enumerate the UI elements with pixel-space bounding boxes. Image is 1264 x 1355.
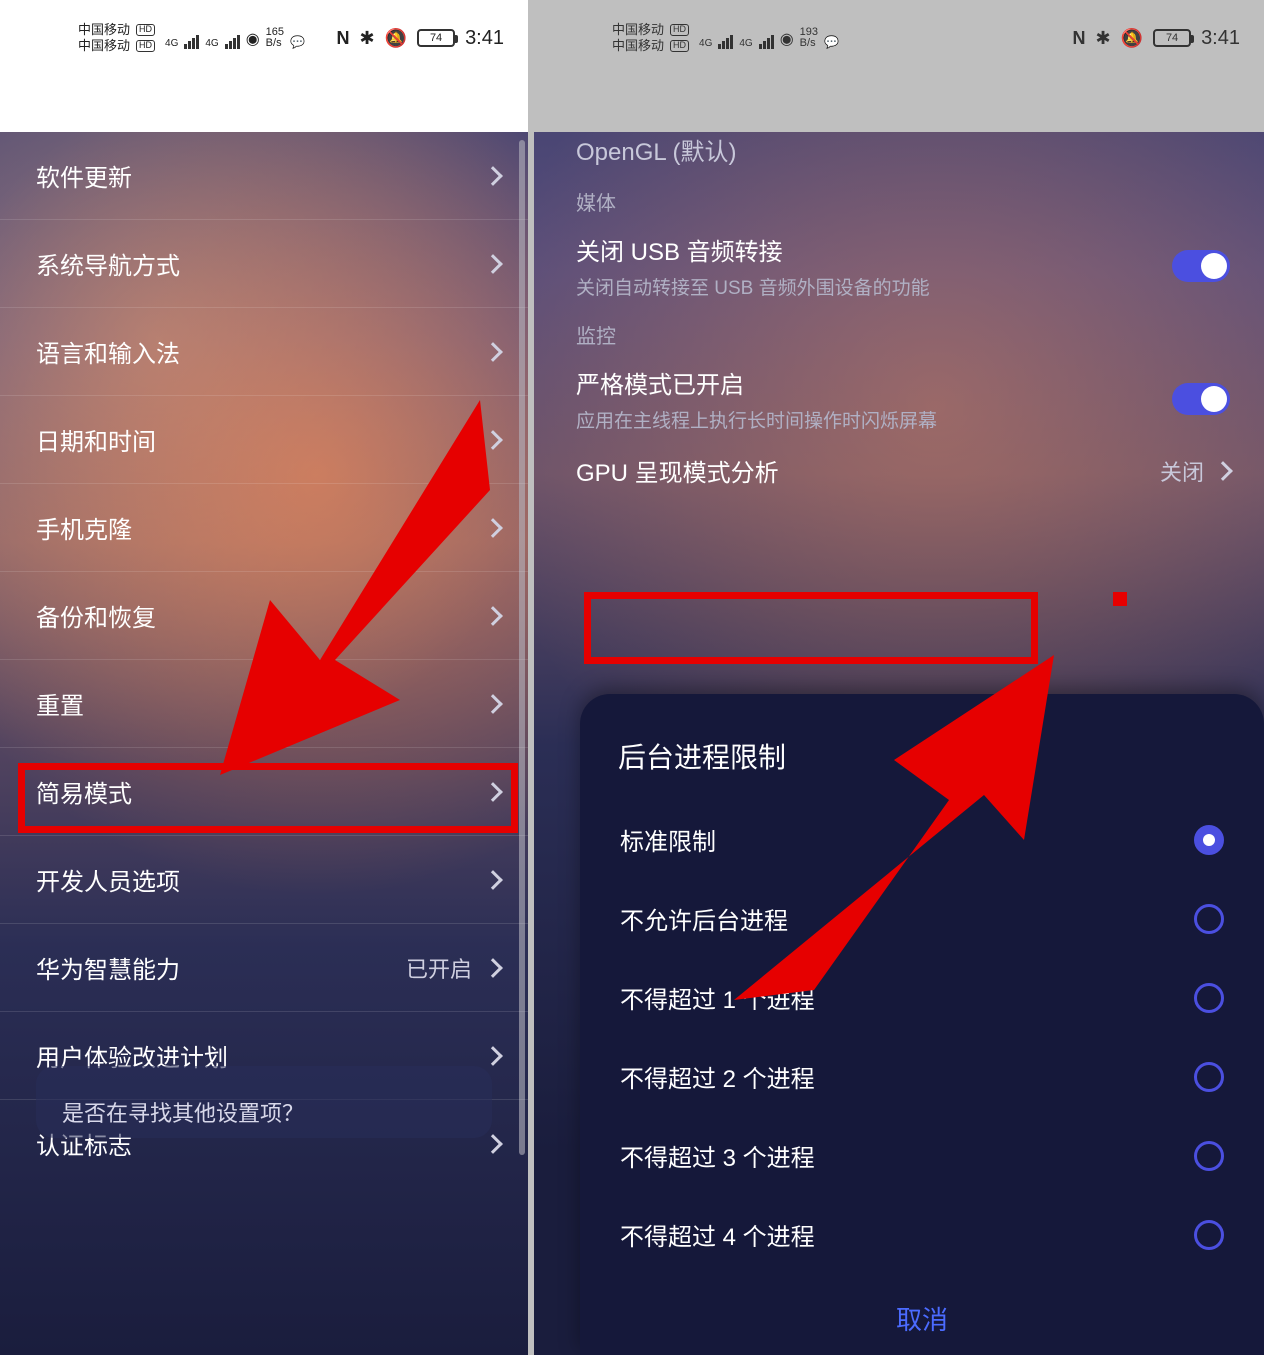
radio-icon [1194, 983, 1224, 1013]
item-date-time[interactable]: 日期和时间 [0, 396, 528, 484]
item-label: 简易模式 [36, 774, 132, 809]
clock: 3:41 [465, 27, 504, 50]
option-max-1[interactable]: 不得超过 1 个进程 [610, 958, 1234, 1037]
settings-list: 软件更新 系统导航方式 语言和输入法 日期和时间 手机克隆 备份和恢复 重置 [0, 132, 528, 1187]
carrier-block: 中国移动HD 中国移动HD [78, 23, 155, 54]
option-label: 标准限制 [620, 822, 716, 857]
item-label: GPU 呈现模式分析 [576, 453, 779, 488]
nfc-icon: N [337, 28, 350, 49]
option-max-2[interactable]: 不得超过 2 个进程 [610, 1037, 1234, 1116]
signal-bars-icon [225, 35, 240, 49]
message-icon: 💬 [824, 35, 839, 49]
item-software-update[interactable]: 软件更新 [0, 132, 528, 220]
item-phone-clone[interactable]: 手机克隆 [0, 484, 528, 572]
radio-icon [1194, 825, 1224, 855]
chevron-right-icon [483, 1046, 503, 1066]
radio-icon [1194, 1062, 1224, 1092]
item-label: OpenGL (默认) [576, 132, 737, 167]
message-icon: 💬 [290, 35, 305, 49]
item-description: 应用在主线程上执行长时间操作时闪烁屏幕 [576, 406, 937, 433]
battery-icon: 74 [417, 29, 455, 47]
item-language-input[interactable]: 语言和输入法 [0, 308, 528, 396]
bluetooth-icon: ✱ [360, 28, 375, 49]
search-hint-card[interactable]: 是否在寻找其他设置项？ [36, 1066, 492, 1138]
signal-block: 4G 4G ◉ 165B/s 💬 [165, 27, 305, 49]
right-screenshot: 中国移动HD 中国移动HD 4G 4G ◉ 193B/s 💬 N ✱ 🔕 74 … [534, 0, 1264, 1355]
signal-block: 4G 4G ◉ 193B/s 💬 [699, 27, 839, 49]
option-standard-limit[interactable]: 标准限制 [610, 800, 1234, 879]
item-label: 软件更新 [36, 158, 132, 193]
option-max-3[interactable]: 不得超过 3 个进程 [610, 1116, 1234, 1195]
item-label: 重置 [36, 686, 84, 721]
section-header: 媒体 [534, 177, 1264, 222]
battery-icon: 74 [1153, 29, 1191, 47]
row-usb-audio[interactable]: 关闭 USB 音频转接 关闭自动转接至 USB 音频外围设备的功能 [534, 222, 1264, 310]
item-label: 备份和恢复 [36, 598, 156, 633]
option-no-background[interactable]: 不允许后台进程 [610, 879, 1234, 958]
nfc-icon: N [1073, 28, 1086, 49]
option-max-4[interactable]: 不得超过 4 个进程 [610, 1195, 1234, 1274]
signal-bars-icon [184, 35, 199, 49]
left-screenshot: 中国移动HD 中国移动HD 4G 4G ◉ 165B/s 💬 N ✱ 🔕 74 … [0, 0, 528, 1355]
item-value: 关闭 [1160, 455, 1204, 487]
wifi-icon: ◉ [246, 29, 260, 49]
wifi-icon: ◉ [780, 29, 794, 49]
option-label: 不得超过 2 个进程 [620, 1059, 815, 1094]
chevron-right-icon [483, 342, 503, 362]
item-backup-restore[interactable]: 备份和恢复 [0, 572, 528, 660]
chevron-right-icon [483, 430, 503, 450]
toggle-switch[interactable] [1172, 383, 1230, 415]
row-gpu-profiling[interactable]: GPU 呈现模式分析 关闭 [534, 443, 1264, 498]
item-label: 关闭 USB 音频转接 [576, 232, 930, 267]
item-label: 华为智慧能力 [36, 950, 180, 985]
item-description: 关闭自动转接至 USB 音频外围设备的功能 [576, 273, 930, 300]
row-opengl[interactable]: OpenGL (默认) [534, 128, 1264, 177]
hint-text: 是否在寻找其他设置项？ [62, 1101, 304, 1126]
item-system-navigation[interactable]: 系统导航方式 [0, 220, 528, 308]
item-label: 系统导航方式 [36, 246, 180, 281]
radio-icon [1194, 904, 1224, 934]
item-label: 语言和输入法 [36, 334, 180, 369]
chevron-right-icon [483, 1134, 503, 1154]
item-label: 手机克隆 [36, 510, 132, 545]
option-label: 不允许后台进程 [620, 901, 788, 936]
signal-bars-icon [759, 35, 774, 49]
clock: 3:41 [1201, 27, 1240, 50]
background-process-dialog: 后台进程限制 标准限制 不允许后台进程 不得超过 1 个进程 不得超过 2 个进… [580, 694, 1264, 1355]
item-huawei-smart[interactable]: 华为智慧能力 已开启 [0, 924, 528, 1012]
option-label: 不得超过 3 个进程 [620, 1138, 815, 1173]
row-strict-mode[interactable]: 严格模式已开启 应用在主线程上执行长时间操作时闪烁屏幕 [534, 355, 1264, 443]
item-developer-options[interactable]: 开发人员选项 [0, 836, 528, 924]
item-reset[interactable]: 重置 [0, 660, 528, 748]
radio-icon [1194, 1141, 1224, 1171]
carrier-block: 中国移动HD 中国移动HD [612, 23, 689, 54]
section-header: 监控 [534, 310, 1264, 355]
option-label: 不得超过 4 个进程 [620, 1217, 815, 1252]
radio-icon [1194, 1220, 1224, 1250]
chevron-right-icon [483, 782, 503, 802]
item-label: 严格模式已开启 [576, 365, 937, 400]
item-simple-mode[interactable]: 简易模式 [0, 748, 528, 836]
status-bar: 中国移动HD 中国移动HD 4G 4G ◉ 165B/s 💬 N ✱ 🔕 74 … [0, 18, 528, 58]
chevron-right-icon [1213, 461, 1233, 481]
item-label: 开发人员选项 [36, 862, 180, 897]
chevron-right-icon [483, 166, 503, 186]
toggle-switch[interactable] [1172, 250, 1230, 282]
option-label: 不得超过 1 个进程 [620, 980, 815, 1015]
chevron-right-icon [483, 606, 503, 626]
mute-icon: 🔕 [385, 28, 407, 49]
chevron-right-icon [483, 870, 503, 890]
bluetooth-icon: ✱ [1096, 28, 1111, 49]
chevron-right-icon [483, 958, 503, 978]
item-label: 日期和时间 [36, 422, 156, 457]
chevron-right-icon [483, 694, 503, 714]
mute-icon: 🔕 [1121, 28, 1143, 49]
signal-bars-icon [718, 35, 733, 49]
chevron-right-icon [483, 518, 503, 538]
chevron-right-icon [483, 254, 503, 274]
status-bar: 中国移动HD 中国移动HD 4G 4G ◉ 193B/s 💬 N ✱ 🔕 74 … [534, 18, 1264, 58]
dialog-title: 后台进程限制 [610, 730, 1234, 800]
cancel-button[interactable]: 取消 [610, 1274, 1234, 1355]
item-value: 已开启 [406, 952, 472, 984]
